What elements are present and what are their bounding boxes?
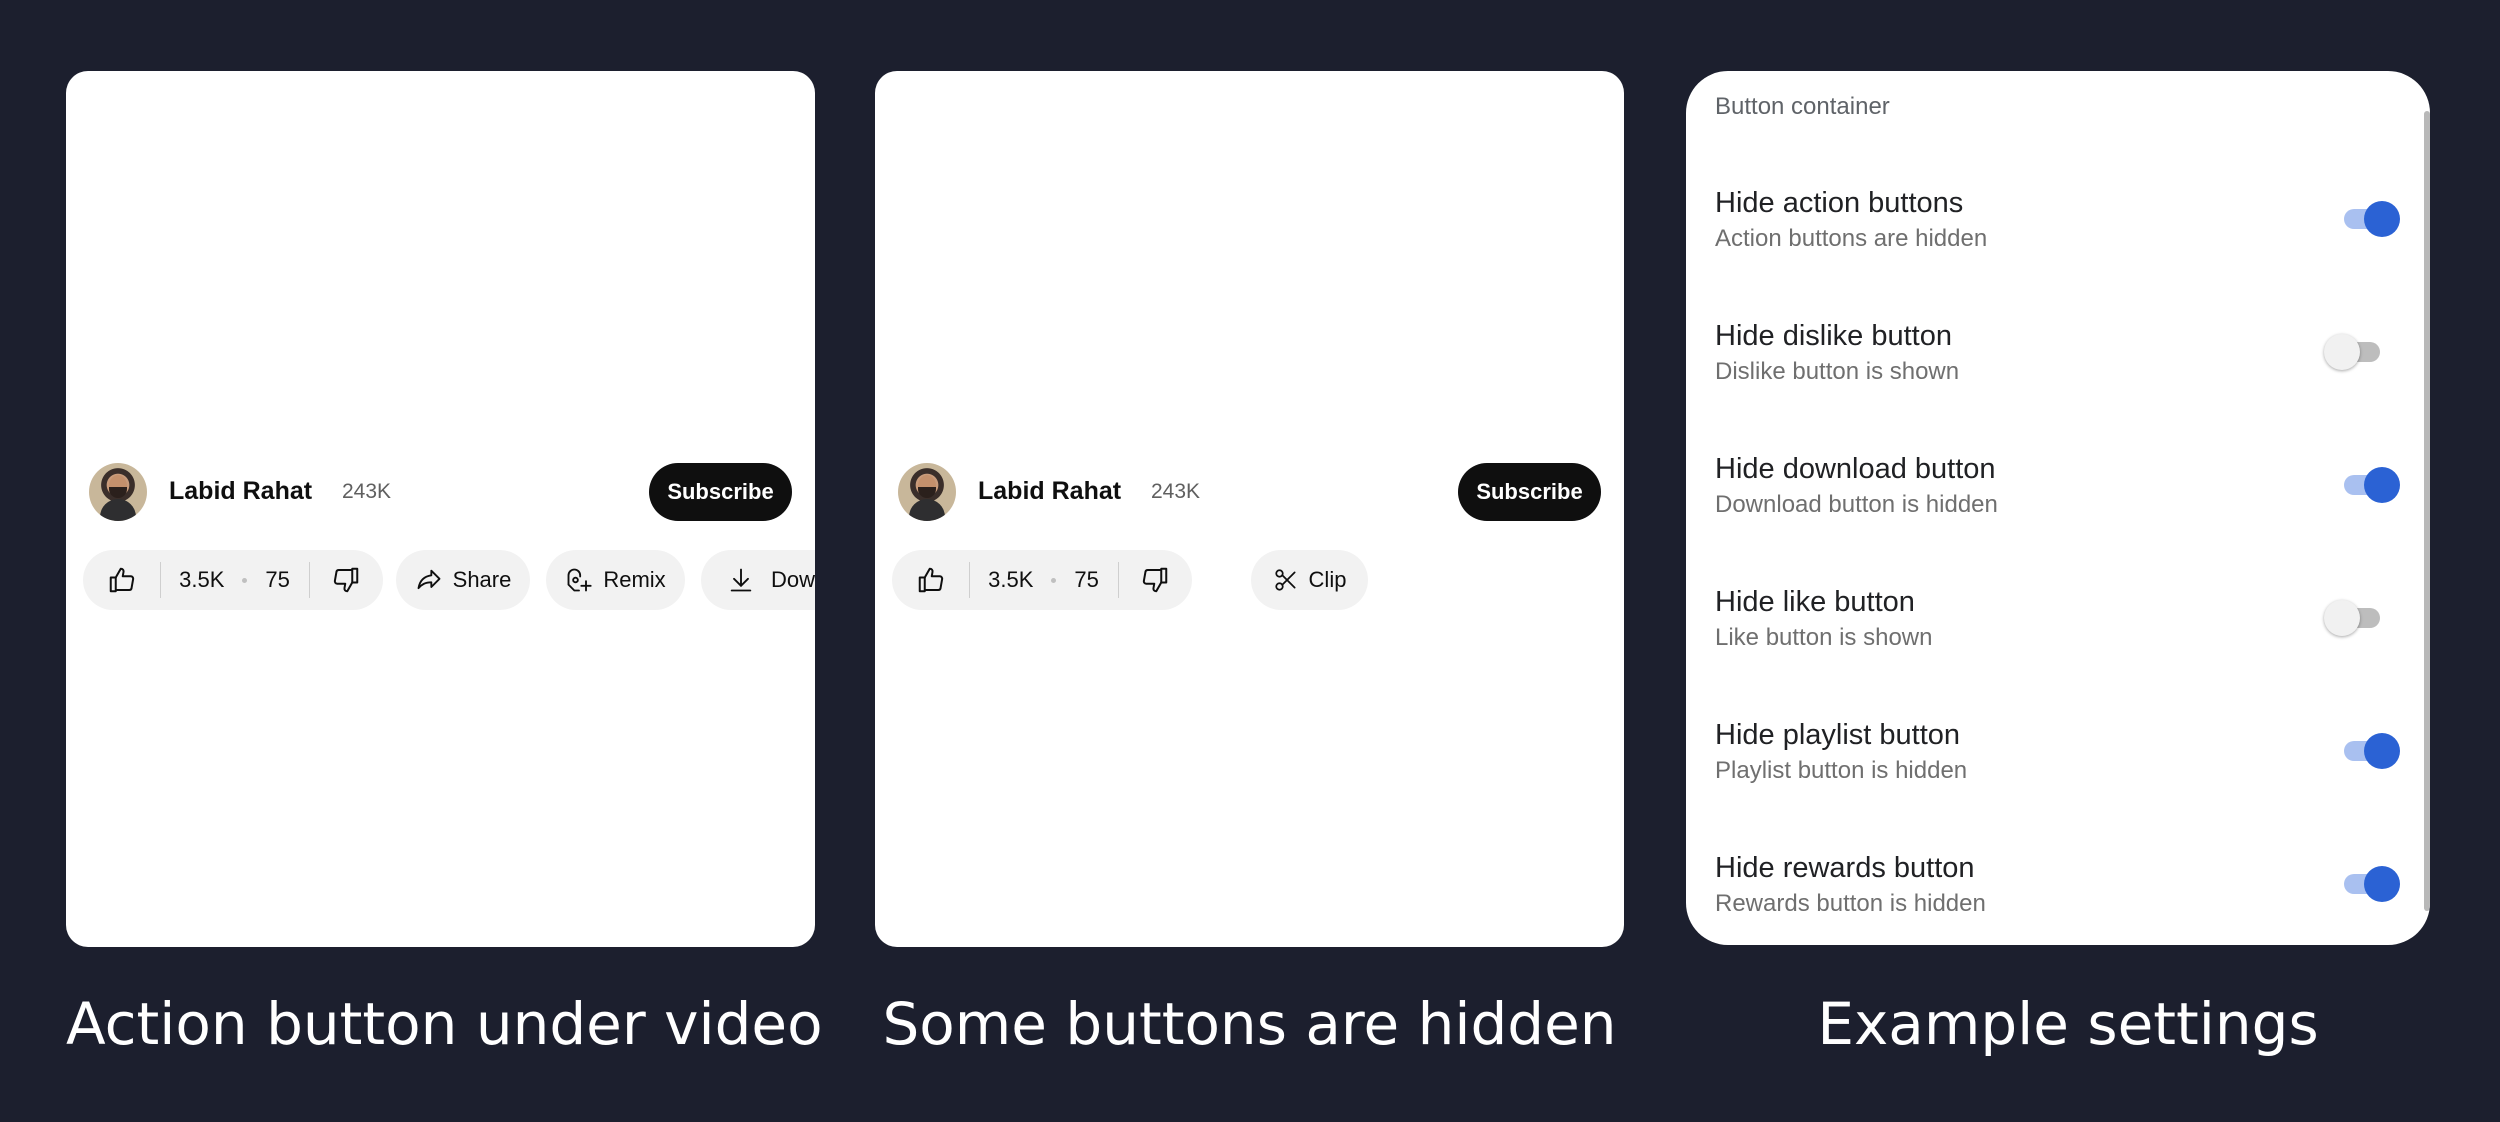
setting-title: Hide download button	[1715, 453, 1996, 485]
toggle-switch[interactable]	[2324, 598, 2384, 638]
dislike-button[interactable]	[310, 565, 383, 595]
thumbs-down-icon	[1143, 567, 1168, 593]
subscribe-button[interactable]: Subscribe	[649, 463, 792, 521]
toggle-switch[interactable]	[2340, 731, 2400, 771]
remix-label: Remix	[603, 567, 666, 592]
setting-title: Hide action buttons	[1715, 187, 1964, 219]
channel-row: Labid Rahat 243K Subscribe	[89, 463, 792, 523]
channel-name[interactable]: Labid Rahat	[978, 477, 1121, 506]
dislike-button[interactable]	[1119, 565, 1192, 595]
share-label: Share	[452, 567, 512, 592]
download-button[interactable]: Down	[701, 550, 815, 610]
panel-action-buttons: Labid Rahat 243K Subscribe 3.5K 75 Share…	[66, 71, 815, 947]
setting-subtitle: Action buttons are hidden	[1715, 225, 1988, 252]
setting-title: Hide like button	[1715, 586, 1915, 618]
subscribe-button[interactable]: Subscribe	[1458, 463, 1601, 521]
setting-subtitle: Playlist button is hidden	[1715, 757, 1968, 784]
action-row: 3.5K 75 Clip	[892, 550, 1624, 610]
channel-name[interactable]: Labid Rahat	[169, 477, 312, 506]
action-row: 3.5K 75 Share Remix Down	[83, 550, 815, 610]
panel-hidden-buttons: Labid Rahat 243K Subscribe 3.5K 75 Clip	[875, 71, 1624, 947]
like-count: 3.5K	[179, 567, 225, 592]
channel-row: Labid Rahat 243K Subscribe	[898, 463, 1601, 523]
caption-left: Action button under video	[66, 990, 823, 1058]
thumbs-up-icon	[918, 567, 943, 593]
like-dislike-bar: 3.5K 75	[892, 550, 1192, 610]
dislike-count: 75	[265, 567, 290, 592]
scrollbar[interactable]	[2424, 111, 2430, 911]
avatar[interactable]	[89, 463, 147, 521]
setting-subtitle: Download button is hidden	[1715, 491, 1998, 518]
like-button[interactable]	[83, 565, 160, 595]
clip-label: Clip	[1308, 567, 1347, 592]
setting-subtitle: Rewards button is hidden	[1715, 890, 1986, 917]
setting-hide-download-button[interactable]: Hide download button Download button is …	[1686, 453, 2430, 543]
setting-hide-rewards-button[interactable]: Hide rewards button Rewards button is hi…	[1686, 852, 2430, 942]
setting-title: Hide dislike button	[1715, 320, 1952, 352]
toggle-switch[interactable]	[2340, 199, 2400, 239]
like-dislike-bar: 3.5K 75	[83, 550, 383, 610]
remix-icon	[567, 568, 592, 592]
setting-hide-dislike-button[interactable]: Hide dislike button Dislike button is sh…	[1686, 320, 2430, 410]
setting-hide-like-button[interactable]: Hide like button Like button is shown	[1686, 586, 2430, 676]
share-button[interactable]: Share	[396, 550, 530, 610]
toggle-switch[interactable]	[2340, 465, 2400, 505]
settings-header: Button container	[1715, 93, 1890, 120]
caption-right: Example settings	[1817, 990, 2319, 1058]
avatar[interactable]	[898, 463, 956, 521]
thumbs-up-icon	[109, 567, 134, 593]
setting-subtitle: Dislike button is shown	[1715, 358, 1960, 385]
clip-button[interactable]: Clip	[1251, 550, 1368, 610]
download-icon	[730, 568, 752, 592]
download-label: Down	[771, 567, 815, 592]
setting-title: Hide playlist button	[1715, 719, 1961, 751]
subscriber-count: 243K	[1151, 480, 1201, 503]
toggle-switch[interactable]	[2340, 864, 2400, 904]
share-icon	[417, 569, 441, 590]
setting-hide-playlist-button[interactable]: Hide playlist button Playlist button is …	[1686, 719, 2430, 809]
caption-middle: Some buttons are hidden	[882, 990, 1617, 1058]
like-button[interactable]	[892, 565, 969, 595]
setting-title: Hide rewards button	[1715, 852, 1975, 884]
scissors-icon	[1274, 569, 1296, 591]
like-count: 3.5K	[988, 567, 1034, 592]
thumbs-down-icon	[334, 567, 359, 593]
setting-hide-action-buttons[interactable]: Hide action buttons Action buttons are h…	[1686, 187, 2430, 277]
panel-settings: Button container Hide action buttons Act…	[1686, 71, 2430, 945]
setting-subtitle: Like button is shown	[1715, 624, 1933, 651]
subscriber-count: 243K	[342, 480, 392, 503]
dislike-count: 75	[1074, 567, 1099, 592]
remix-button[interactable]: Remix	[546, 550, 685, 610]
toggle-switch[interactable]	[2324, 332, 2384, 372]
